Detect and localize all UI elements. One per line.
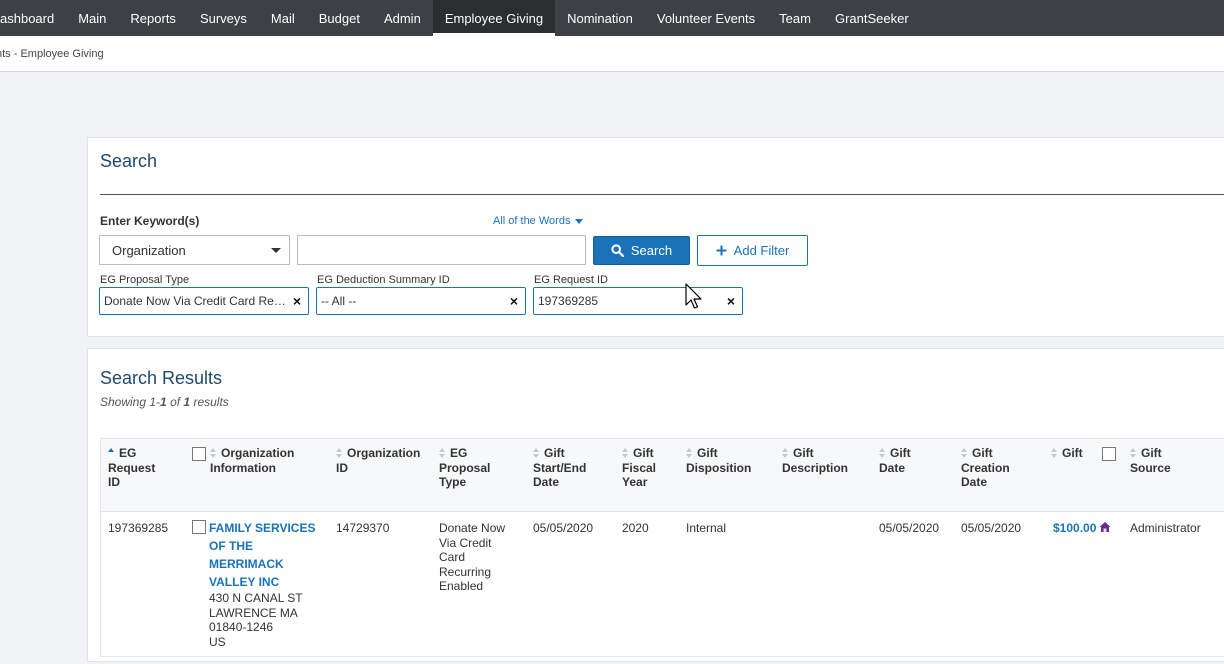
nav-dashboard[interactable]: ashboard [0, 0, 66, 36]
sort-icon [622, 448, 630, 458]
col-source[interactable]: Gift Source [1130, 446, 1171, 475]
cell-gift: $100.00 [1053, 521, 1111, 537]
nav-main[interactable]: Main [66, 0, 118, 36]
plus-icon [716, 245, 727, 256]
row-checkbox[interactable] [192, 520, 206, 534]
cell-start-end-date: 05/05/2020 [533, 521, 594, 535]
filter-value: Donate Now Via Credit Card Recurring Ena… [104, 294, 286, 308]
search-panel: Search Enter Keyword(s) All of the Words… [87, 137, 1224, 337]
cell-org-info: FAMILY SERVICES OF THE MERRIMACK VALLEY INC… [209, 519, 315, 649]
table-header: EG Request ID Organization Information Orga… [101, 439, 1224, 512]
search-icon [611, 244, 624, 257]
col-gift-dates[interactable]: Gift Start/End Date [533, 446, 586, 490]
org-address: 430 N CANAL ST LAWRENCE MA 01840-1246 US [209, 591, 303, 649]
cell-org-id: 14729370 [336, 521, 390, 535]
sort-icon [686, 448, 694, 458]
nav-volunteer-events[interactable]: Volunteer Events [645, 0, 767, 36]
nav-team[interactable]: Team [767, 0, 823, 36]
breadcrumb: nts - Employee Giving [0, 47, 104, 60]
filter-label-proposal-type: EG Proposal Type [100, 274, 190, 286]
sort-icon [1130, 448, 1138, 458]
cell-proposal-type: Donate Now Via Credit Card Recurring Enabled [439, 521, 506, 593]
col-org-id[interactable]: Organization ID [336, 446, 420, 475]
sort-icon [439, 448, 447, 458]
clear-filter-icon[interactable]: × [503, 293, 525, 309]
col-creation-date[interactable]: Gift Creation Date [961, 446, 1010, 490]
clear-filter-icon[interactable]: × [720, 293, 742, 309]
nav-surveys[interactable]: Surveys [188, 0, 259, 36]
sort-icon [533, 448, 541, 458]
results-panel: Search Results Showing 1-1 of 1 results … [87, 348, 1224, 662]
cell-creation-date: 05/05/2020 [961, 521, 1022, 535]
match-mode-dropdown[interactable]: All of the Words [493, 215, 584, 227]
house-icon [1099, 521, 1111, 537]
nav-budget[interactable]: Budget [307, 0, 372, 36]
col-description[interactable]: Gift Description [782, 446, 848, 475]
nav-grantseeker[interactable]: GrantSeeker [823, 0, 921, 36]
results-title: Search Results [100, 368, 223, 388]
field-select[interactable]: Organization [99, 235, 290, 265]
add-filter-label: Add Filter [733, 243, 790, 258]
org-name-link[interactable]: FAMILY SERVICES OF THE MERRIMACK VALLEY INC [209, 519, 315, 591]
search-divider [100, 194, 1224, 195]
col-disposition[interactable]: Gift Disposition [686, 446, 751, 475]
search-title: Search [100, 151, 158, 171]
cell-fiscal-year: 2020 [622, 521, 649, 535]
sort-icon [961, 448, 969, 458]
col-fiscal-year[interactable]: Gift Fiscal Year [622, 446, 656, 490]
filter-label-request-id: EG Request ID [534, 274, 608, 286]
sort-icon [1051, 448, 1059, 458]
nav-admin[interactable]: Admin [372, 0, 433, 36]
col-proposal-type[interactable]: EG Proposal Type [439, 446, 490, 490]
select-all-checkbox[interactable] [192, 447, 206, 461]
nav-mail[interactable]: Mail [259, 0, 307, 36]
filter-proposal-type[interactable]: Donate Now Via Credit Card Recurring Ena… [99, 287, 309, 315]
filter-request-id[interactable]: 197369285 × [533, 287, 743, 315]
filter-label-deduction-summary: EG Deduction Summary ID [317, 274, 450, 286]
chevron-down-icon [271, 248, 281, 253]
filter-deduction-summary[interactable]: -- All -- × [316, 287, 526, 315]
search-button-label: Search [630, 243, 673, 258]
sort-icon [879, 448, 887, 458]
col-gift-date[interactable]: Gift Date [879, 446, 911, 475]
cell-disposition: Internal [686, 521, 727, 535]
cell-request-id: 197369285 [108, 521, 169, 535]
top-nav: ashboard Main Reports Surveys Mail Budge… [0, 0, 1224, 36]
mouse-cursor-icon [685, 283, 702, 309]
nav-reports[interactable]: Reports [118, 0, 188, 36]
search-button[interactable]: Search [593, 236, 690, 265]
gift-amount-link[interactable]: $100.00 [1053, 521, 1096, 535]
nav-nomination[interactable]: Nomination [555, 0, 645, 36]
sort-icon [210, 448, 218, 458]
gift-select-all-checkbox[interactable] [1102, 447, 1116, 461]
results-count: Showing 1-1 of 1 results [100, 395, 229, 409]
caret-down-icon [575, 218, 584, 224]
clear-filter-icon[interactable]: × [286, 293, 308, 309]
col-org-info[interactable]: Organization Information [210, 446, 294, 475]
col-request-id[interactable]: EG Request ID [108, 446, 155, 490]
sort-icon [782, 448, 790, 458]
keyword-label: Enter Keyword(s) [100, 214, 200, 228]
col-gift[interactable]: Gift [1051, 446, 1083, 461]
field-select-value: Organization [112, 242, 186, 258]
keyword-input[interactable] [297, 235, 586, 265]
filter-value: -- All -- [321, 294, 357, 308]
match-mode-label: All of the Words [493, 215, 571, 227]
cell-gift-date: 05/05/2020 [879, 521, 940, 535]
results-table: EG Request ID Organization Information Orga… [100, 438, 1224, 657]
breadcrumb-bar: nts - Employee Giving [0, 36, 1224, 72]
add-filter-button[interactable]: Add Filter [697, 235, 808, 266]
nav-employee-giving[interactable]: Employee Giving [432, 0, 556, 36]
cell-source: Administrator [1130, 521, 1201, 535]
sort-icon [336, 448, 344, 458]
sort-asc-icon [108, 448, 116, 458]
